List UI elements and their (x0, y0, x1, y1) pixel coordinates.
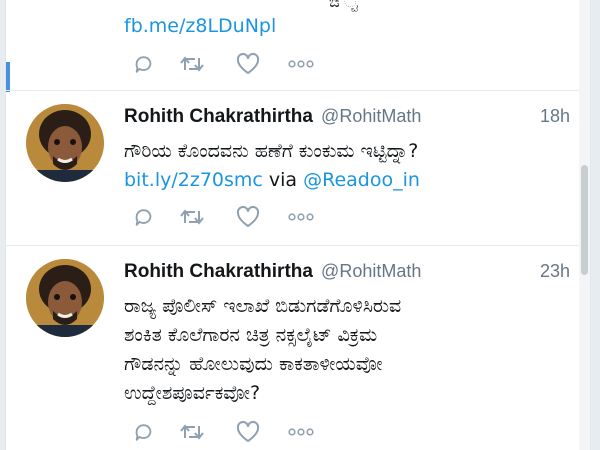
tweet-text-line: ಉದ್ದೇಶಪೂರ್ವಕವೋ? (124, 379, 570, 408)
user-handle[interactable]: @RohitMath (321, 261, 421, 281)
tweet-text-line: ಗೌರಿಯ ಕೊಂದವನು ಹಣೆಗೆ ಕುಂಕುಮ ಇಟ್ಟಿದ್ನಾ? (124, 137, 570, 166)
tweet[interactable]: ಔ ್ಟ fb.me/z8LDuNpl (6, 0, 590, 91)
tweet-timestamp[interactable]: 23h (540, 261, 570, 282)
tweet[interactable]: Rohith Chakrathirtha @RohitMath 23h ರಾಜ್… (6, 246, 590, 450)
text-fragment: ಗೌರಿಯ ಕೊಂದವನು ಹಣೆಗೆ ಕುಂಕುಮ ಇಟ್ಟಿದ್ನಾ? (124, 140, 419, 162)
like-icon[interactable] (235, 419, 261, 445)
retweet-icon[interactable] (179, 419, 205, 445)
more-icon[interactable] (288, 204, 314, 230)
mention-link[interactable]: @Readoo_in (303, 169, 420, 191)
more-icon[interactable] (288, 419, 314, 445)
tweet-text: ರಾಜ್ಯ ಪೊಲೀಸ್ ಇಲಾಖೆ ಬಿಡುಗಡೆಗೊಳಿಸಿರುವ ಶಂಕಿ… (124, 292, 570, 408)
like-icon[interactable] (235, 204, 261, 230)
tweet-text-line: ಶಂಕಿತ ಕೊಲೆಗಾರನ ಚಿತ್ರ ನಕ್ಸಲೈಟ್ ವಿಕ್ರಮ (124, 321, 570, 350)
reply-icon[interactable] (131, 419, 157, 445)
more-icon[interactable] (288, 51, 314, 77)
text-fragment: ಶಂಕಿತ ಕೊಲೆಗಾರನ ಚಿತ್ರ ನಕ್ಸಲೈಟ್ ವಿಕ್ರಮ (124, 324, 378, 346)
scrollbar-track[interactable] (579, 0, 590, 450)
text-fragment: ರಾಜ್ಯ ಪೊಲೀಸ್ ಇಲಾಖೆ ಬಿಡುಗಡೆಗೊಳಿಸಿರುವ (124, 295, 402, 317)
tweet-text: ಔ ್ಟ fb.me/z8LDuNpl (124, 0, 570, 41)
tweet-text-line: fb.me/z8LDuNpl (124, 12, 570, 41)
reply-icon[interactable] (131, 204, 157, 230)
tweet-text-line: ಔ ್ಟ (124, 0, 570, 12)
display-name[interactable]: Rohith Chakrathirtha (124, 106, 313, 127)
user-handle[interactable]: @RohitMath (321, 106, 421, 126)
tweet[interactable]: Rohith Chakrathirtha @RohitMath 18h ಗೌರಿ… (6, 91, 590, 246)
tweet-text-line: ಗೌಡನನ್ನು ಹೋಲುವುದು ಕಾಕತಾಳೀಯವೋ (124, 350, 570, 379)
text-fragment: via (262, 169, 304, 191)
tweet-timestamp[interactable]: 18h (540, 106, 570, 127)
avatar[interactable] (26, 259, 104, 337)
tweet-header: Rohith Chakrathirtha @RohitMath 23h (124, 261, 570, 287)
tweet-header: Rohith Chakrathirtha @RohitMath 18h (124, 106, 570, 132)
text-fragment: ಗೌಡನನ್ನು ಹೋಲುವುದು ಕಾಕತಾಳೀಯವೋ (124, 353, 383, 375)
tweet-text: ಗೌರಿಯ ಕೊಂದವನು ಹಣೆಗೆ ಕುಂಕುಮ ಇಟ್ಟಿದ್ನಾ? bi… (124, 137, 570, 195)
retweet-icon[interactable] (179, 204, 205, 230)
avatar[interactable] (26, 104, 104, 182)
like-icon[interactable] (235, 51, 261, 77)
timeline-feed: ಔ ್ಟ fb.me/z8LDuNpl Rohith Chakrathirtha… (5, 0, 591, 450)
text-fragment: ಉದ್ದೇಶಪೂರ್ವಕವೋ? (124, 382, 261, 404)
scrollbar-thumb[interactable] (581, 165, 588, 275)
tweet-link[interactable]: fb.me/z8LDuNpl (124, 15, 276, 37)
retweet-icon[interactable] (179, 51, 205, 77)
text-fragment: ಔ ್ಟ (329, 0, 358, 11)
display-name[interactable]: Rohith Chakrathirtha (124, 261, 313, 282)
tweet-text-line: ರಾಜ್ಯ ಪೊಲೀಸ್ ಇಲಾಖೆ ಬಿಡುಗಡೆಗೊಳಿಸಿರುವ (124, 292, 570, 321)
tweet-link[interactable]: bit.ly/2z70smc (124, 169, 263, 191)
reply-icon[interactable] (131, 51, 157, 77)
tweet-text-line: bit.ly/2z70smc via @Readoo_in (124, 166, 570, 195)
